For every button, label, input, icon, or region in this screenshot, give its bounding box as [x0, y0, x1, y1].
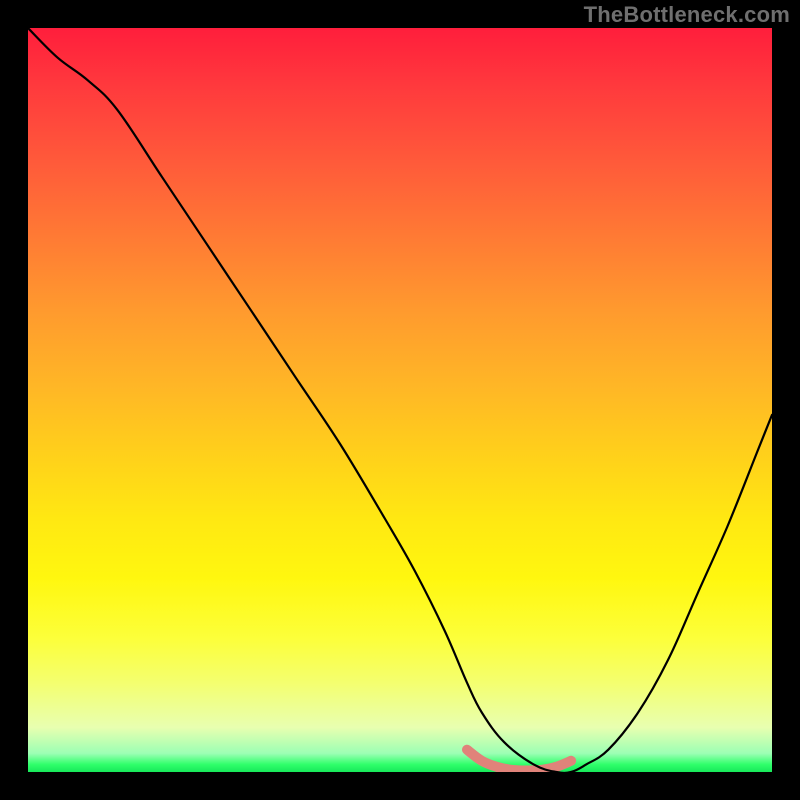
- bottom-highlight-series: [467, 750, 571, 771]
- main-curve-series: [28, 28, 772, 772]
- plot-area: [28, 28, 772, 772]
- chart-svg: [28, 28, 772, 772]
- watermark-label: TheBottleneck.com: [584, 2, 790, 28]
- chart-frame: TheBottleneck.com: [0, 0, 800, 800]
